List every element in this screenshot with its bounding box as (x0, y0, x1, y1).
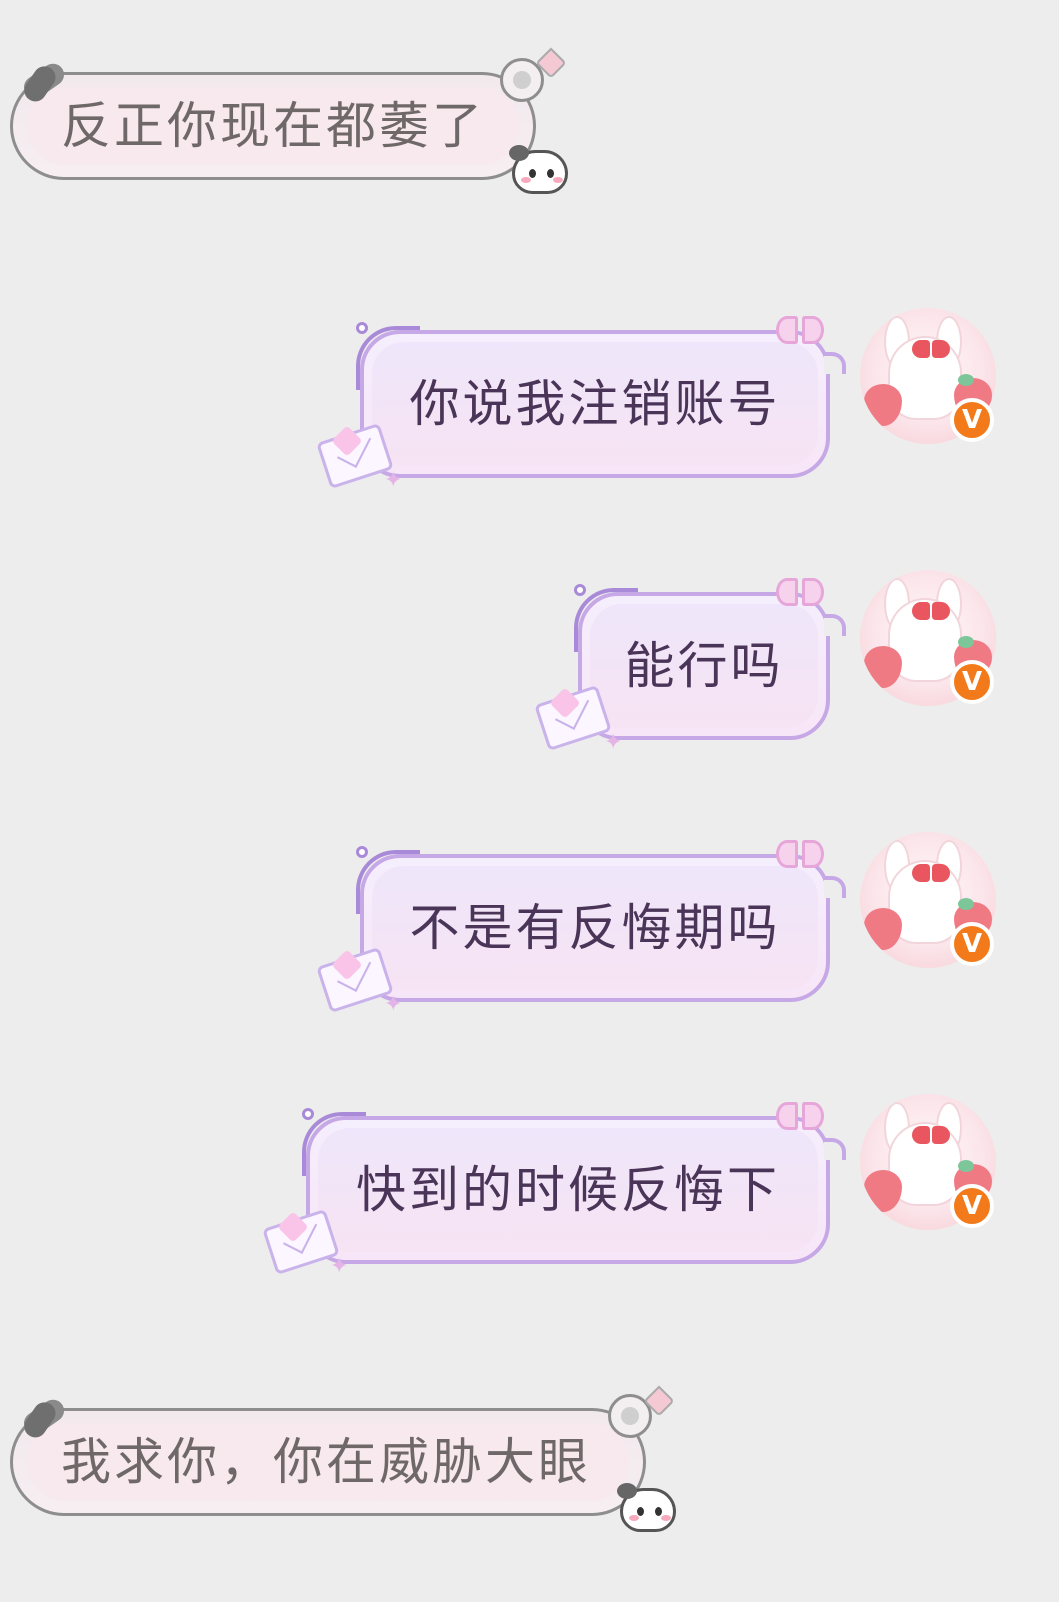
sparkle-icon: ✦ (330, 1254, 349, 1279)
message-text: 不是有反悔期吗 (409, 899, 781, 957)
message-text: 反正你现在都萎了 (61, 97, 485, 155)
bubble-tail (824, 352, 846, 374)
bow-icon (776, 316, 824, 346)
bubble-tail (824, 1138, 846, 1160)
message-bubble[interactable]: 我求你，你在威胁大眼 (10, 1408, 646, 1516)
sparkle-icon: ✦ (384, 468, 403, 493)
bow-icon (776, 578, 824, 608)
bubble-tail (824, 876, 846, 898)
bow-icon (776, 840, 824, 870)
message-bubble[interactable]: 能行吗 (574, 588, 830, 740)
dot-ring-icon (574, 584, 586, 596)
cat-face-icon (509, 145, 568, 194)
message-bubble[interactable]: 你说我注销账号 (356, 326, 830, 478)
dot-ring-icon (302, 1108, 314, 1120)
message-text: 你说我注销账号 (409, 375, 781, 433)
bubble-tail (824, 614, 846, 636)
dot-ring-icon (356, 846, 368, 858)
verified-badge-icon: V (950, 1184, 994, 1228)
dot-ring-icon (356, 322, 368, 334)
message-text: 我求你，你在威胁大眼 (61, 1433, 591, 1491)
message-text: 快到的时候反悔下 (356, 1161, 780, 1219)
message-bubble[interactable]: 不是有反悔期吗 (356, 850, 830, 1002)
message-bubble[interactable]: 反正你现在都萎了 (10, 72, 536, 180)
message-bubble[interactable]: 快到的时候反悔下 (302, 1112, 830, 1264)
sparkle-icon: ✦ (604, 730, 623, 755)
message-text: 能行吗 (624, 637, 784, 695)
bow-icon (776, 1102, 824, 1132)
verified-badge-icon: V (950, 922, 994, 966)
cat-face-icon (617, 1483, 676, 1532)
verified-badge-icon: V (950, 660, 994, 704)
verified-badge-icon: V (950, 398, 994, 442)
sparkle-icon: ✦ (384, 992, 403, 1017)
